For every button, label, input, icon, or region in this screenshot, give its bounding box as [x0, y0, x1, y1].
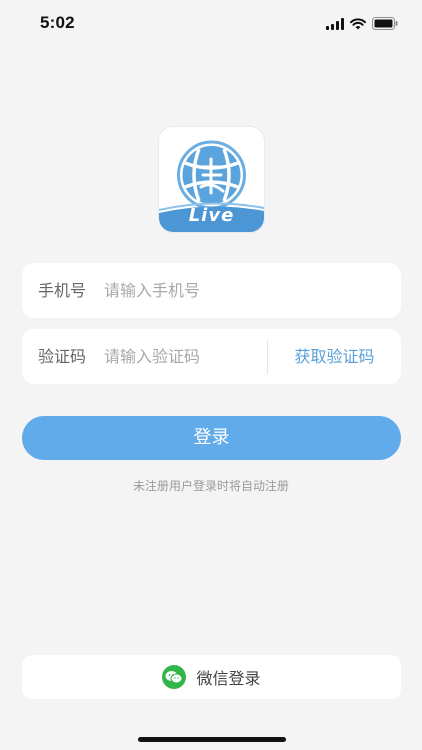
cellular-signal-icon	[326, 15, 344, 34]
battery-icon	[372, 15, 398, 34]
phone-input[interactable]	[104, 273, 384, 308]
status-icons	[326, 15, 398, 34]
status-bar: 5:02	[0, 0, 422, 44]
wechat-icon	[162, 665, 187, 689]
login-button[interactable]: 登录	[22, 416, 401, 460]
wechat-login-button[interactable]: 微信登录	[22, 655, 401, 699]
home-indicator[interactable]	[138, 737, 286, 742]
app-logo: Live	[159, 127, 264, 232]
wechat-login-label: 微信登录	[196, 669, 261, 688]
status-time: 5:02	[40, 13, 75, 32]
phone-label: 手机号	[38, 281, 87, 300]
get-code-button[interactable]: 获取验证码	[268, 329, 401, 384]
code-field-card: 验证码 获取验证码	[22, 329, 401, 384]
code-input[interactable]	[104, 339, 264, 374]
wifi-icon	[350, 15, 366, 34]
logo-tagline: Live	[188, 205, 235, 226]
code-label: 验证码	[38, 347, 87, 366]
phone-field-card: 手机号	[22, 263, 401, 318]
auto-register-hint: 未注册用户登录时将自动注册	[132, 479, 289, 493]
